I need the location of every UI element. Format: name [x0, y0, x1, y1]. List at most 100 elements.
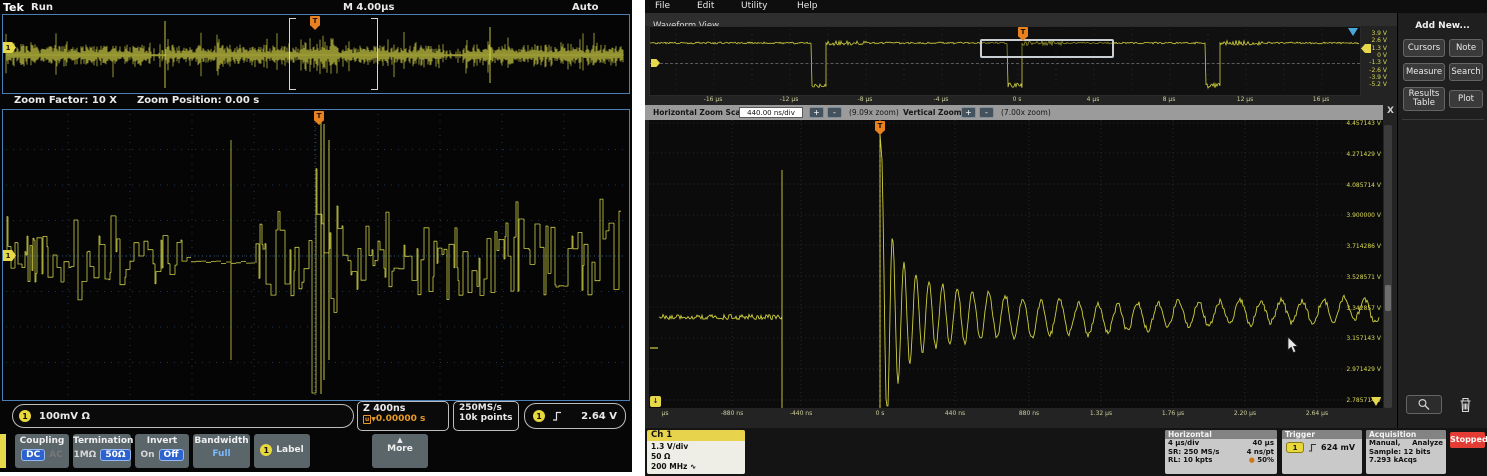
rising-slope-icon — [552, 411, 562, 421]
coupling-button[interactable]: Coupling DC AC — [15, 434, 69, 468]
acq-analyze: Analyze — [1412, 439, 1443, 448]
zoom-bracket-right[interactable] — [371, 18, 378, 90]
search-button[interactable]: Search — [1449, 63, 1483, 81]
trigger-position-flag-icon[interactable]: T — [1018, 27, 1028, 37]
horizontal-panel[interactable]: Horizontal 4 µs/div40 µs SR: 250 MS/s4 n… — [1165, 430, 1277, 474]
menu-utility[interactable]: Utility — [741, 1, 767, 11]
zoom-bracket-left[interactable] — [289, 18, 296, 90]
axis-tick-label: 440 ns — [945, 411, 965, 417]
v-zoom-minus-button[interactable]: - — [979, 107, 994, 118]
label-button[interactable]: 1 Label — [254, 434, 310, 468]
measure-button[interactable]: Measure — [1403, 63, 1445, 81]
acquisition-readout: 250MS/s 10k points — [453, 401, 519, 431]
ch1-scale: 1.3 V/div — [651, 442, 741, 452]
zoom-position-label: Zoom Position: 0.00 s — [137, 95, 259, 106]
axis-tick-label: 0 s — [876, 411, 885, 417]
results-table-button[interactable]: Results Table — [1403, 87, 1445, 111]
h-zoom-factor: (9.09x zoom) — [849, 108, 899, 117]
axis-tick-label: -3.9 V — [1351, 75, 1387, 81]
termination-button[interactable]: Termination 1MΩ 50Ω — [73, 434, 131, 468]
axis-tick-label: 8 µs — [1163, 97, 1176, 103]
trigger-source-badge: 1 — [1286, 442, 1304, 453]
axis-tick-label: -5.2 V — [1351, 82, 1387, 88]
sample-rate: 250MS/s — [459, 403, 513, 413]
ch1-name: Ch 1 — [647, 430, 745, 441]
menu-help[interactable]: Help — [797, 1, 818, 11]
coupling-ac-option[interactable]: AC — [49, 450, 63, 460]
more-button[interactable]: ▲ More — [372, 434, 428, 468]
plot-button[interactable]: Plot — [1449, 90, 1483, 108]
trigger-position-flag-icon[interactable]: T — [875, 121, 885, 131]
axis-tick-label: µs — [662, 411, 669, 417]
vertical-zoom-scrollbar[interactable] — [1384, 125, 1392, 408]
acquisition-title: Acquisition — [1366, 430, 1446, 439]
axis-tick-label: 4 µs — [1087, 97, 1100, 103]
left-overview-window: T 1 — [2, 14, 630, 94]
zoom-tool-button[interactable] — [1406, 395, 1442, 414]
horizontal-zoom-scale-input[interactable]: 440.00 ns/div — [739, 107, 803, 118]
trigger-panel[interactable]: Trigger 1 624 mV — [1282, 430, 1362, 474]
axis-tick-label: 1.32 µs — [1090, 411, 1112, 417]
axis-tick-label: 3.9 V — [1351, 31, 1387, 37]
invert-on-option[interactable]: On — [140, 450, 154, 460]
axis-tick-label: 4.457143 V — [1291, 121, 1381, 127]
sidebar-divider — [1402, 119, 1484, 120]
trigger-level: 2.64 V — [581, 411, 617, 422]
h-sample-rate: SR: 250 MS/s — [1168, 448, 1219, 457]
trigger-position-flag-icon[interactable]: T — [310, 16, 320, 26]
axis-tick-label: 3.157143 V — [1291, 336, 1381, 342]
right-oscilloscope-ui: File Edit Utility Help Waveform View T H… — [645, 0, 1487, 476]
vertical-zoom-label: Vertical Zoom — [903, 108, 962, 117]
stopped-button[interactable]: Stopped — [1450, 432, 1485, 448]
menu-bar: File Edit Utility Help — [645, 0, 1487, 13]
axis-tick-label: 2.785714 V — [1291, 398, 1381, 404]
v-zoom-plus-button[interactable]: + — [961, 107, 976, 118]
trigger-position-flag-icon[interactable]: T — [314, 111, 324, 121]
menu-edit[interactable]: Edit — [697, 1, 714, 11]
axis-tick-label: 880 ns — [1019, 411, 1039, 417]
left-side-tab[interactable] — [0, 434, 6, 468]
axis-tick-label: -4 µs — [934, 97, 949, 103]
invert-button[interactable]: Invert On Off — [135, 434, 189, 468]
ch1-badge-panel[interactable]: Ch 1 1.3 V/div 50 Ω 200 MHz ∿ — [647, 430, 745, 474]
scrollbar-handle[interactable] — [1385, 285, 1391, 311]
axis-tick-label: 2.971429 V — [1291, 367, 1381, 373]
coupling-dc-option[interactable]: DC — [21, 449, 45, 461]
zoom-close-button[interactable]: X — [1387, 106, 1394, 116]
left-zoom-waveform — [3, 110, 629, 400]
h-zoom-plus-button[interactable]: + — [809, 107, 824, 118]
axis-tick-label: 1.76 µs — [1162, 411, 1184, 417]
cursors-button[interactable]: Cursors — [1403, 39, 1445, 57]
trigger-mode: Auto — [572, 2, 599, 13]
invert-label: Invert — [135, 436, 189, 446]
axis-tick-label: -16 µs — [704, 97, 723, 103]
axis-tick-label: 0 V — [1351, 53, 1387, 59]
axis-tick-label: -12 µs — [780, 97, 799, 103]
trigger-title: Trigger — [1282, 430, 1362, 439]
chevron-up-icon: ▲ — [372, 436, 428, 444]
zoom-scale-value: Z 400ns — [363, 403, 443, 414]
zoom-scale-readout[interactable]: Z 400ns u▼0.00000 s — [357, 401, 449, 431]
note-button[interactable]: Note — [1449, 39, 1483, 57]
trigger-flag-letter: T — [1021, 28, 1026, 36]
axis-tick-label: 2.20 µs — [1234, 411, 1256, 417]
trigger-readout[interactable]: 1 2.64 V — [524, 403, 626, 429]
channel1-readout[interactable]: 1 100mV Ω — [12, 404, 354, 428]
termination-1m-option[interactable]: 1MΩ — [73, 450, 96, 460]
trash-button[interactable] — [1454, 394, 1476, 415]
main-zoom-plot[interactable]: T ↓ — [649, 120, 1383, 408]
axis-tick-label: 2.6 V — [1351, 38, 1387, 44]
axis-tick-label: -440 ns — [790, 411, 812, 417]
bottom-control-bar: Ch 1 1.3 V/div 50 Ω 200 MHz ∿ 2 3 — [645, 428, 1487, 476]
termination-50-option[interactable]: 50Ω — [100, 449, 130, 461]
h-zoom-minus-button[interactable]: - — [827, 107, 842, 118]
overview-plot[interactable]: T — [649, 26, 1361, 96]
bandwidth-button[interactable]: Bandwidth Full — [193, 434, 250, 468]
menu-file[interactable]: File — [655, 1, 670, 11]
trigger-flag-letter: T — [313, 17, 318, 25]
invert-off-option[interactable]: Off — [159, 449, 184, 461]
record-length: 10k points — [459, 413, 513, 423]
zoom-delay-value: u▼0.00000 s — [363, 414, 443, 424]
overview-zoom-box[interactable] — [980, 39, 1114, 58]
acquisition-panel[interactable]: Acquisition Manual,Analyze Sample: 12 bi… — [1366, 430, 1446, 474]
